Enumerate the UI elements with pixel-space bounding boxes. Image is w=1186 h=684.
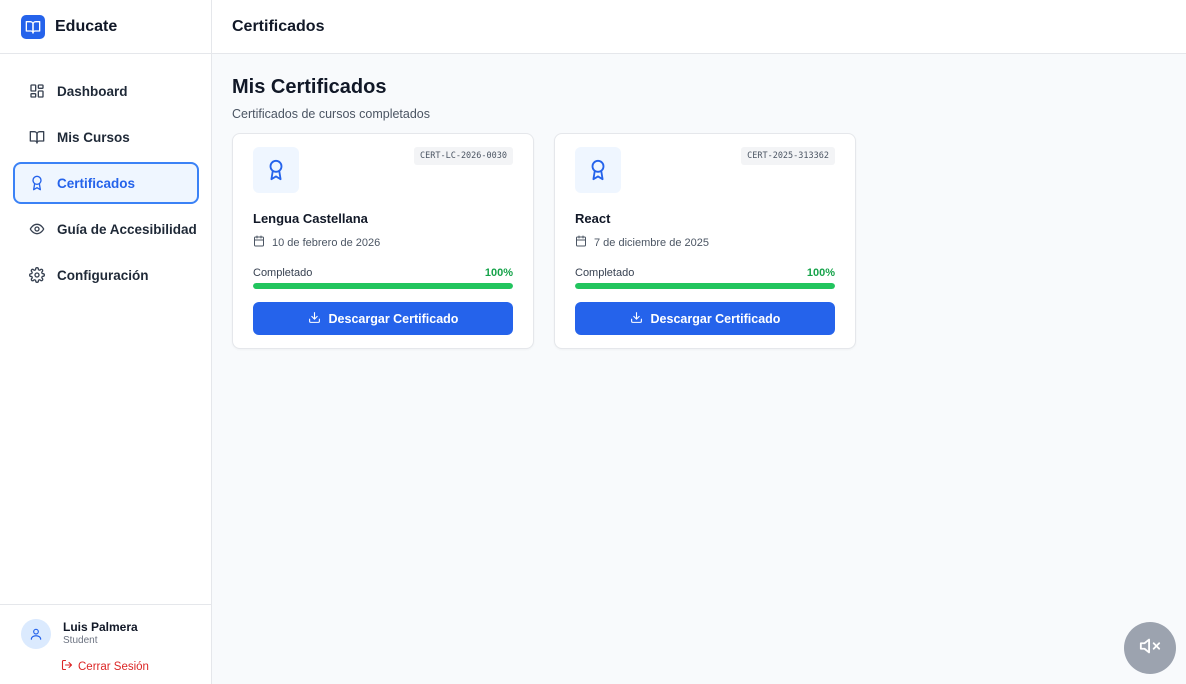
sidebar-item-dashboard[interactable]: Dashboard bbox=[13, 70, 199, 112]
progress-percent: 100% bbox=[484, 267, 513, 279]
download-button-label: Descargar Certificado bbox=[650, 311, 781, 326]
header-title: Certificados bbox=[232, 17, 325, 35]
sidebar-nav: Dashboard Mis Cursos Certificados Guía d… bbox=[0, 54, 211, 296]
logout-icon bbox=[61, 659, 73, 674]
certificate-card: CERT-LC-2026-0030 Lengua Castellana 10 d… bbox=[232, 133, 534, 349]
progress-status: Completado bbox=[575, 267, 635, 279]
certificate-code: CERT-LC-2026-0030 bbox=[414, 147, 513, 165]
course-date-text: 7 de diciembre de 2025 bbox=[594, 236, 709, 249]
layout-grid-icon bbox=[29, 83, 45, 99]
progress-percent: 100% bbox=[806, 267, 835, 279]
download-certificate-button[interactable]: Descargar Certificado bbox=[253, 302, 513, 335]
award-icon bbox=[575, 147, 621, 193]
download-button-label: Descargar Certificado bbox=[328, 311, 459, 326]
progress-fill bbox=[575, 283, 835, 289]
course-name: React bbox=[575, 211, 611, 226]
page-subtitle: Certificados de cursos completados bbox=[232, 107, 431, 121]
logout-label: Cerrar Sesión bbox=[78, 660, 149, 673]
content: Mis Certificados Certificados de cursos … bbox=[212, 54, 1186, 349]
sidebar-item-mis-cursos[interactable]: Mis Cursos bbox=[13, 116, 199, 158]
user-role: Student bbox=[63, 635, 98, 647]
course-name: Lengua Castellana bbox=[253, 211, 368, 226]
calendar-icon bbox=[253, 235, 265, 250]
sidebar-item-guia-accesibilidad[interactable]: Guía de Accesibilidad bbox=[13, 208, 199, 250]
topbar: Certificados bbox=[212, 0, 1186, 54]
sidebar-item-certificados[interactable]: Certificados bbox=[13, 162, 199, 204]
sidebar: Educate Dashboard Mis Cursos Certificado… bbox=[0, 0, 212, 684]
sidebar-item-label: Certificados bbox=[57, 175, 136, 191]
course-date: 10 de febrero de 2026 bbox=[253, 235, 513, 250]
progress-status: Completado bbox=[253, 267, 313, 279]
progress-bar bbox=[253, 283, 513, 289]
award-icon bbox=[253, 147, 299, 193]
brand-name: Educate bbox=[55, 17, 118, 35]
card-top: CERT-2025-313362 bbox=[575, 147, 835, 193]
user-icon bbox=[30, 628, 42, 640]
book-open-icon bbox=[21, 14, 45, 39]
certificate-list: CERT-LC-2026-0030 Lengua Castellana 10 d… bbox=[232, 133, 1166, 349]
user-row: Luis Palmera Student bbox=[21, 619, 211, 649]
book-open-icon bbox=[29, 129, 45, 145]
user-info: Luis Palmera Student bbox=[63, 620, 138, 648]
logout-button[interactable]: Cerrar Sesión bbox=[61, 659, 211, 674]
page-title: Mis Certificados bbox=[232, 76, 387, 98]
eye-icon bbox=[29, 221, 45, 237]
download-icon bbox=[308, 311, 321, 327]
certificate-code: CERT-2025-313362 bbox=[741, 147, 835, 165]
user-panel: Luis Palmera Student Cerrar Sesión bbox=[0, 604, 211, 684]
brand[interactable]: Educate bbox=[0, 0, 211, 54]
sidebar-item-configuracion[interactable]: Configuración bbox=[13, 254, 199, 296]
gear-icon bbox=[29, 267, 45, 283]
calendar-icon bbox=[575, 235, 587, 250]
user-name: Luis Palmera bbox=[63, 620, 138, 635]
award-icon bbox=[29, 175, 45, 191]
avatar[interactable] bbox=[21, 619, 51, 649]
progress-bar bbox=[575, 283, 835, 289]
certificate-card: CERT-2025-313362 React 7 de diciembre de… bbox=[554, 133, 856, 349]
main-area: Certificados Mis Certificados Certificad… bbox=[212, 0, 1186, 684]
course-date-text: 10 de febrero de 2026 bbox=[272, 236, 381, 249]
volume-mute-icon bbox=[1139, 635, 1161, 662]
sidebar-item-label: Configuración bbox=[57, 267, 149, 283]
app-root: Educate Dashboard Mis Cursos Certificado… bbox=[0, 0, 1186, 684]
progress-fill bbox=[253, 283, 513, 289]
card-top: CERT-LC-2026-0030 bbox=[253, 147, 513, 193]
progress-row: Completado 100% bbox=[253, 267, 513, 279]
download-certificate-button[interactable]: Descargar Certificado bbox=[575, 302, 835, 335]
sidebar-item-label: Dashboard bbox=[57, 83, 128, 99]
course-date: 7 de diciembre de 2025 bbox=[575, 235, 835, 250]
sidebar-item-label: Mis Cursos bbox=[57, 129, 130, 145]
progress-row: Completado 100% bbox=[575, 267, 835, 279]
sidebar-item-label: Guía de Accesibilidad bbox=[57, 221, 197, 237]
volume-mute-button[interactable] bbox=[1124, 622, 1176, 674]
download-icon bbox=[630, 311, 643, 327]
